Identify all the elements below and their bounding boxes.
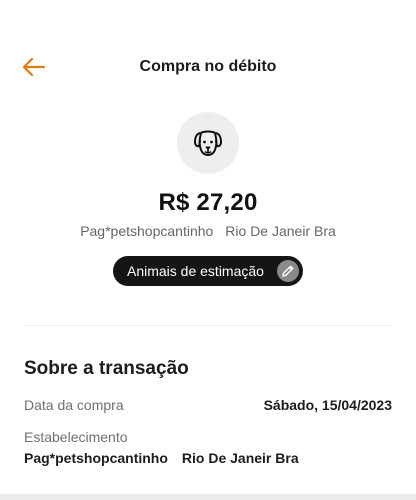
- edit-category-button[interactable]: [277, 260, 299, 282]
- page-title: Compra no débito: [139, 58, 277, 75]
- category-avatar: [177, 112, 239, 174]
- pencil-icon: [282, 265, 294, 277]
- merchant-name: Pag*petshopcantinho: [80, 223, 214, 239]
- bottom-bar: [0, 494, 416, 500]
- establishment-label: Estabelecimento: [24, 429, 128, 445]
- category-chip[interactable]: Animais de estimação: [113, 256, 303, 286]
- establishment-location: Rio De Janeir Bra: [181, 450, 299, 466]
- divider: [24, 325, 392, 326]
- transaction-amount: R$ 27,20: [158, 189, 258, 216]
- merchant-location: Rio De Janeir Bra: [225, 223, 336, 239]
- purchase-date-label: Data da compra: [24, 397, 124, 413]
- section-title: Sobre a transação: [24, 358, 189, 379]
- dog-icon: [194, 130, 222, 156]
- category-label: Animais de estimação: [127, 263, 264, 279]
- purchase-date-value: Sábado, 15/04/2023: [263, 397, 392, 413]
- establishment-value: Pag*petshopcantinho Rio De Janeir Bra: [24, 450, 299, 466]
- establishment-name: Pag*petshopcantinho: [24, 450, 168, 466]
- merchant-info: Pag*petshopcantinho Rio De Janeir Bra: [0, 223, 416, 239]
